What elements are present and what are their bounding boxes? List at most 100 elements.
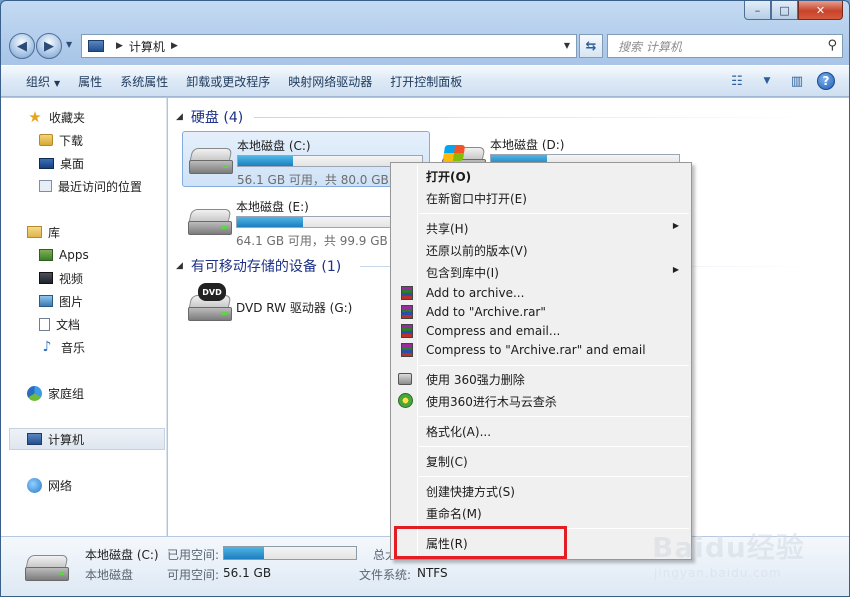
used-space-label: 已用空间: [167, 548, 220, 562]
menu-item-include-in-library[interactable]: 包含到库中(I) ▶ [393, 261, 689, 283]
hard-drive-icon [188, 209, 232, 239]
sidebar-item-homegroup[interactable]: 家庭组 [1, 382, 167, 404]
menu-item-restore-versions[interactable]: 还原以前的版本(V) [393, 239, 689, 261]
group-header-removable[interactable]: ◢ 有可移动存储的设备 (1) [176, 256, 341, 276]
uninstall-program-button[interactable]: 卸载或更改程序 [177, 73, 279, 90]
open-control-panel-button[interactable]: 打开控制面板 [381, 73, 471, 90]
computer-icon [88, 40, 104, 52]
computer-icon [27, 433, 42, 445]
recent-pages-dropdown[interactable]: ▼ [66, 40, 72, 49]
menu-item-open-new-window[interactable]: 在新窗口中打开(E) [393, 187, 689, 209]
breadcrumb-separator-icon[interactable]: ▶ [171, 41, 178, 51]
group-header-hard-drives[interactable]: ◢ 硬盘 (4) [176, 107, 243, 127]
search-input[interactable]: 搜索 计算机 ⚲ [607, 34, 843, 58]
music-note-icon: ♪ [42, 339, 52, 355]
submenu-arrow-icon: ▶ [672, 265, 679, 274]
360-security-icon [398, 393, 413, 408]
menu-item-360-force-delete[interactable]: 使用 360强力删除 [393, 368, 689, 390]
sidebar-item-recent[interactable]: 最近访问的位置 [1, 175, 167, 197]
menu-item-compress-rar-email[interactable]: Compress to "Archive.rar" and email [393, 340, 689, 362]
sidebar-item-downloads[interactable]: 下载 [1, 129, 167, 151]
sidebar-item-network[interactable]: 网络 [1, 474, 167, 496]
winrar-icon [401, 324, 413, 338]
dvd-drive-icon: DVD [188, 283, 232, 325]
forward-button[interactable]: ▶ [36, 33, 62, 59]
drive-size-text: 64.1 GB 可用，共 99.9 GB [236, 234, 388, 248]
windows-logo-icon [442, 145, 466, 161]
submenu-arrow-icon: ▶ [672, 221, 679, 230]
winrar-icon [401, 286, 413, 300]
back-button[interactable]: ◀ [9, 33, 35, 59]
winrar-icon [401, 343, 413, 357]
details-usage-bar [223, 546, 357, 560]
group-divider [254, 117, 814, 118]
documents-library-icon [39, 317, 50, 331]
navigation-pane: ★ 收藏夹 下载 桌面 最近访问的位置 库 Apps 视频 图片 文档 ♪ 音乐 家… [1, 98, 167, 536]
menu-separator [419, 365, 689, 366]
address-dropdown-icon[interactable]: ▼ [564, 41, 570, 50]
caption-buttons: – □ ✕ [744, 1, 843, 20]
drive-name: DVD RW 驱动器 (G:) [236, 301, 353, 315]
address-bar[interactable]: ▶ 计算机 ▶ ▼ [81, 34, 577, 58]
menu-item-open[interactable]: 打开(O) [393, 165, 689, 187]
sidebar-item-pictures[interactable]: 图片 [1, 290, 167, 312]
menu-separator [419, 446, 689, 447]
video-library-icon [39, 272, 53, 284]
close-button[interactable]: ✕ [798, 1, 843, 20]
drive-size-text: 56.1 GB 可用，共 80.0 GB [237, 173, 389, 187]
hard-drive-icon [189, 148, 233, 178]
sidebar-item-apps[interactable]: Apps [1, 244, 167, 266]
search-placeholder: 搜索 计算机 [618, 39, 682, 54]
navigation-bar: ◀ ▶ ▼ ▶ 计算机 ▶ ▼ ⇆ 搜索 计算机 ⚲ [9, 31, 843, 61]
hard-drive-icon [25, 555, 71, 587]
menu-item-rename[interactable]: 重命名(M) [393, 502, 689, 524]
sidebar-item-computer[interactable]: 计算机 [9, 428, 165, 450]
maximize-button[interactable]: □ [771, 1, 798, 20]
network-icon [27, 477, 42, 493]
refresh-icon: ⇆ [585, 38, 597, 54]
drive-usage-fill [237, 217, 304, 227]
breadcrumb-computer[interactable]: 计算机 [129, 38, 165, 55]
arrow-right-icon: ▶ [44, 38, 54, 54]
menu-item-create-shortcut[interactable]: 创建快捷方式(S) [393, 480, 689, 502]
minimize-button[interactable]: – [744, 1, 771, 20]
organize-button[interactable]: 组织 ▼ [17, 73, 69, 90]
sidebar-item-favorites[interactable]: ★ 收藏夹 [1, 106, 167, 128]
map-network-drive-button[interactable]: 映射网络驱动器 [279, 73, 381, 90]
refresh-button[interactable]: ⇆ [579, 34, 603, 58]
chevron-down-icon: ▼ [54, 78, 61, 88]
recent-places-icon [39, 180, 52, 192]
watermark-url: jingyan.baidu.com [654, 566, 782, 580]
sidebar-item-desktop[interactable]: 桌面 [1, 152, 167, 174]
filesystem-value: NTFS [417, 566, 448, 580]
sidebar-item-documents[interactable]: 文档 [1, 313, 167, 335]
details-drive-type: 本地磁盘 [85, 568, 134, 582]
menu-item-share[interactable]: 共享(H) ▶ [393, 217, 689, 239]
change-view-icon[interactable]: ☷ [727, 71, 747, 91]
menu-separator [419, 476, 689, 477]
arrow-left-icon: ◀ [17, 38, 27, 54]
drive-usage-fill [238, 156, 294, 166]
menu-separator [419, 213, 689, 214]
sidebar-item-libraries[interactable]: 库 [1, 221, 167, 243]
sidebar-item-videos[interactable]: 视频 [1, 267, 167, 289]
menu-item-360-trojan-scan[interactable]: 使用360进行木马云查杀 [393, 390, 689, 412]
collapse-triangle-icon[interactable]: ◢ [176, 112, 183, 122]
details-usage-fill [224, 547, 264, 559]
menu-item-copy[interactable]: 复制(C) [393, 450, 689, 472]
search-icon[interactable]: ⚲ [827, 38, 837, 53]
view-dropdown-icon[interactable]: ▼ [757, 71, 777, 91]
menu-item-format[interactable]: 格式化(A)... [393, 420, 689, 442]
properties-button[interactable]: 属性 [69, 73, 111, 90]
downloads-folder-icon [39, 134, 53, 146]
free-space-value: 56.1 GB [223, 566, 272, 580]
sidebar-item-music[interactable]: ♪ 音乐 [1, 336, 167, 358]
collapse-triangle-icon[interactable]: ◢ [176, 261, 183, 271]
breadcrumb-separator-icon[interactable]: ▶ [116, 41, 123, 51]
red-highlight-annotation [394, 526, 567, 559]
preview-pane-icon[interactable]: ▥ [787, 71, 807, 91]
system-properties-button[interactable]: 系统属性 [111, 73, 177, 90]
help-icon[interactable]: ? [817, 72, 835, 90]
drive-name: 本地磁盘 (C:) [237, 139, 311, 153]
command-bar: 组织 ▼ 属性 系统属性 卸载或更改程序 映射网络驱动器 打开控制面板 ☷ ▼ ▥… [1, 65, 849, 97]
